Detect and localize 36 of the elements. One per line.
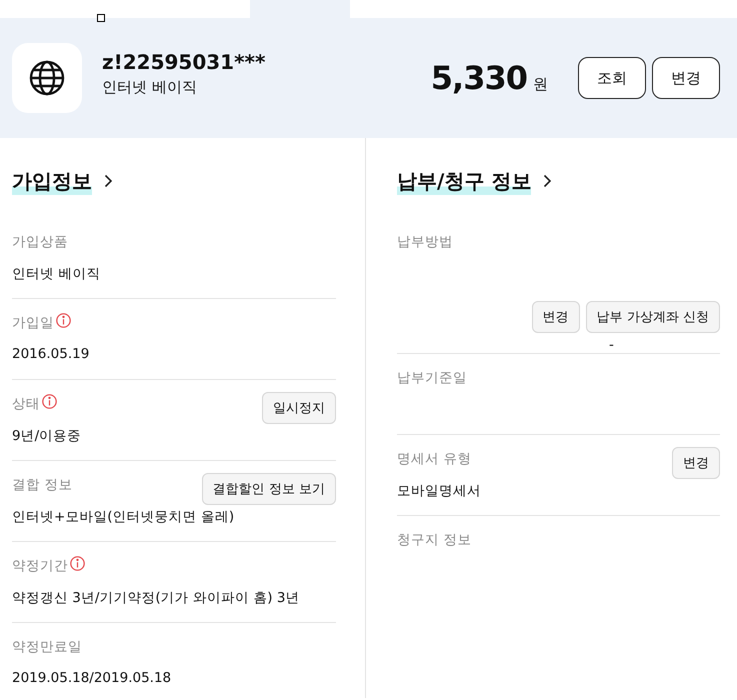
field-value: 9년/이용중 <box>12 427 82 445</box>
action-button[interactable]: 일시정지 <box>262 392 336 424</box>
field-value: 인터넷+모바일(인터넷뭉치면 올레) <box>12 508 236 526</box>
field-label: 상태 <box>12 395 40 413</box>
field-value: - <box>609 337 615 353</box>
account-id: z!22595031*** <box>102 50 266 74</box>
field-label: 결합 정보 <box>12 476 72 494</box>
field-label: 납부방법 <box>397 233 453 251</box>
field-value: 인터넷 베이직 <box>12 265 102 283</box>
header-button[interactable]: 조회 <box>578 57 646 99</box>
action-button[interactable]: 납부 가상계좌 신청 <box>586 301 720 333</box>
field-value: 2019.05.18/2019.05.18 <box>12 670 172 686</box>
fee-amount: 5,330 <box>430 59 527 97</box>
info-icon[interactable] <box>70 556 85 571</box>
field-label: 가입일 <box>12 314 54 332</box>
action-button[interactable]: 변경 <box>672 447 720 479</box>
action-button[interactable]: 결합할인 정보 보기 <box>202 473 336 505</box>
field-label: 청구지 정보 <box>397 531 472 549</box>
field-label: 명세서 유형 <box>397 450 472 468</box>
field-label: 납부기준일 <box>397 369 467 387</box>
globe-icon <box>29 60 65 96</box>
action-button[interactable]: 변경 <box>532 301 580 333</box>
header-button[interactable]: 변경 <box>652 57 720 99</box>
field-value: 모바일명세서 <box>397 482 482 500</box>
info-icon[interactable] <box>56 313 71 328</box>
field-label: 가입상품 <box>12 233 68 251</box>
field-label: 약정만료일 <box>12 638 82 656</box>
field-value: 약정갱신 3년/기기약정(기가 와이파이 홈) 3년 <box>12 589 300 607</box>
info-icon[interactable] <box>42 394 57 409</box>
chevron-right-icon[interactable] <box>104 174 113 188</box>
currency-unit: 원 <box>533 75 548 94</box>
chevron-right-icon[interactable] <box>543 174 552 188</box>
product-name: 인터넷 베이직 <box>102 78 198 96</box>
field-label: 약정기간 <box>12 557 68 575</box>
field-value: 2016.05.19 <box>12 346 90 362</box>
square-icon <box>97 14 105 22</box>
